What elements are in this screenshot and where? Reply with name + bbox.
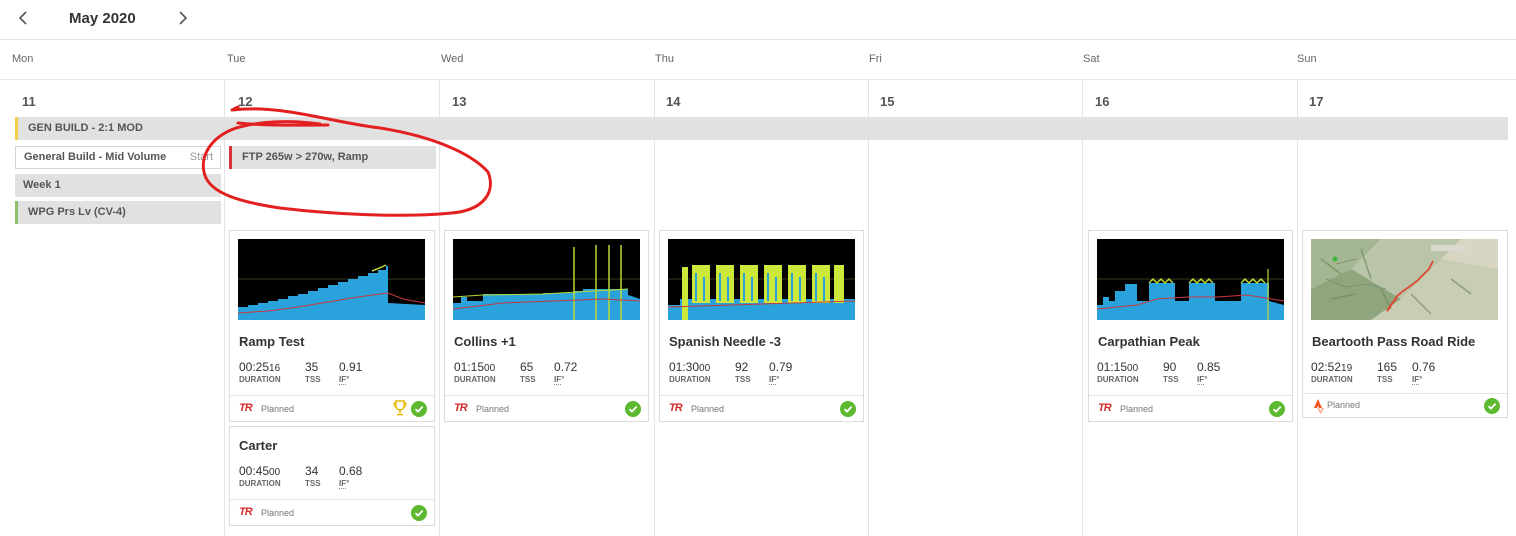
weekday-tue: Tue — [227, 53, 246, 65]
tss-stat: 65 TSS — [520, 360, 536, 384]
card-footer: TR Planned — [445, 395, 648, 422]
next-month-button[interactable] — [171, 6, 195, 30]
weekday-mon: Mon — [12, 53, 34, 65]
calendar-header: May 2020 — [0, 0, 1516, 40]
workout-card-carpathian-peak[interactable]: Carpathian Peak 01:1500 DURATION 90 TSS … — [1088, 230, 1293, 422]
tss-stat: 165 TSS — [1377, 360, 1398, 384]
ftp-note-bar[interactable]: FTP 265w > 270w, Ramp — [229, 146, 436, 169]
duration-stat: 01:3000 DURATION — [669, 360, 711, 384]
column-divider — [1082, 80, 1083, 536]
phase-bar-gen-build[interactable]: GEN BUILD - 2:1 MOD — [15, 117, 1508, 140]
day-number-13[interactable]: 13 — [452, 94, 466, 109]
chevron-right-icon — [179, 11, 188, 25]
day-number-14[interactable]: 14 — [666, 94, 680, 109]
status-planned: Planned — [1327, 400, 1361, 410]
workout-title: Collins +1 — [454, 334, 516, 349]
day-number-16[interactable]: 16 — [1095, 94, 1109, 109]
if-stat: 0.68 IF° — [339, 464, 363, 489]
duration-stat: 00:4500 DURATION — [239, 464, 281, 488]
column-divider — [654, 80, 655, 536]
card-footer: TR Planned — [1089, 395, 1292, 422]
check-circle-icon — [411, 505, 427, 521]
trainerroad-logo-icon: TR — [1098, 402, 1112, 414]
workout-graph — [453, 239, 640, 320]
duration-stat: 01:1500 DURATION — [454, 360, 496, 384]
wpg-bar[interactable]: WPG Prs Lv (CV-4) — [15, 201, 221, 224]
weekday-thu: Thu — [655, 53, 674, 65]
workout-card-beartooth-pass[interactable]: Beartooth Pass Road Ride 02:5219 DURATIO… — [1302, 230, 1508, 418]
workout-title: Beartooth Pass Road Ride — [1312, 334, 1476, 349]
trainerroad-logo-icon: TR — [669, 402, 683, 414]
workout-title: Carpathian Peak — [1098, 334, 1200, 349]
status-planned: Planned — [1120, 404, 1154, 414]
training-plan-box[interactable]: General Build - Mid Volume Start — [15, 146, 221, 169]
duration-stat: 02:5219 DURATION — [1311, 360, 1353, 384]
trophy-icon — [393, 400, 407, 416]
card-footer: TR Planned — [660, 395, 863, 422]
if-stat: 0.85 IF° — [1197, 360, 1221, 385]
check-circle-icon — [840, 401, 856, 417]
weekday-wed: Wed — [441, 53, 464, 65]
workout-graph — [1097, 239, 1284, 320]
check-circle-icon — [411, 401, 427, 417]
strava-icon — [1313, 398, 1325, 415]
card-footer: Planned — [1303, 393, 1507, 418]
workout-title: Carter — [239, 438, 278, 453]
workout-graph — [238, 239, 425, 320]
workout-card-spanish-needle[interactable]: Spanish Needle -3 01:3000 DURATION 92 TS… — [659, 230, 864, 422]
day-number-11[interactable]: 11 — [22, 94, 36, 109]
column-divider — [868, 80, 869, 536]
card-footer: TR Planned — [230, 499, 434, 526]
day-number-17[interactable]: 17 — [1309, 94, 1323, 109]
workout-card-collins[interactable]: Collins +1 01:1500 DURATION 65 TSS 0.72 … — [444, 230, 649, 422]
chevron-left-icon — [18, 11, 27, 25]
duration-stat: 00:2516 DURATION — [239, 360, 281, 384]
check-circle-icon — [1484, 398, 1500, 414]
trainerroad-logo-icon: TR — [454, 402, 468, 414]
month-title: May 2020 — [69, 10, 136, 27]
if-stat: 0.72 IF° — [554, 360, 578, 385]
workout-card-ramp-test[interactable]: Ramp Test 00:2516 DURATION 35 TSS 0.91 I… — [229, 230, 435, 422]
column-divider — [439, 80, 440, 536]
start-plan-link[interactable]: Start — [190, 147, 213, 168]
if-stat: 0.76 IF° — [1412, 360, 1436, 385]
column-divider — [224, 80, 225, 536]
tss-stat: 92 TSS — [735, 360, 751, 384]
status-planned: Planned — [261, 508, 295, 518]
if-stat: 0.79 IF° — [769, 360, 793, 385]
check-circle-icon — [1269, 401, 1285, 417]
status-planned: Planned — [261, 404, 295, 414]
if-stat: 0.91 IF° — [339, 360, 363, 385]
tss-stat: 90 TSS — [1163, 360, 1179, 384]
route-map[interactable] — [1311, 239, 1498, 320]
trainerroad-logo-icon: TR — [239, 402, 253, 414]
weekday-fri: Fri — [869, 53, 882, 65]
weekday-sat: Sat — [1083, 53, 1100, 65]
trainerroad-logo-icon: TR — [239, 506, 253, 518]
tss-stat: 34 TSS — [305, 464, 321, 488]
check-circle-icon — [625, 401, 641, 417]
column-divider — [1297, 80, 1298, 536]
week-bar[interactable]: Week 1 — [15, 174, 221, 197]
card-footer: TR Planned — [230, 395, 434, 422]
weekday-header-row: Mon Tue Wed Thu Fri Sat Sun — [0, 40, 1516, 80]
weekday-sun: Sun — [1297, 53, 1317, 65]
tss-stat: 35 TSS — [305, 360, 321, 384]
day-number-12[interactable]: 12 — [238, 94, 252, 109]
workout-card-carter[interactable]: Carter 00:4500 DURATION 34 TSS 0.68 IF° … — [229, 426, 435, 526]
workout-title: Spanish Needle -3 — [669, 334, 781, 349]
duration-stat: 01:1500 DURATION — [1097, 360, 1139, 384]
day-number-15[interactable]: 15 — [880, 94, 894, 109]
training-plan-label: General Build - Mid Volume — [24, 151, 167, 163]
status-planned: Planned — [691, 404, 725, 414]
workout-title: Ramp Test — [239, 334, 305, 349]
workout-graph — [668, 239, 855, 320]
status-planned: Planned — [476, 404, 510, 414]
prev-month-button[interactable] — [11, 6, 35, 30]
